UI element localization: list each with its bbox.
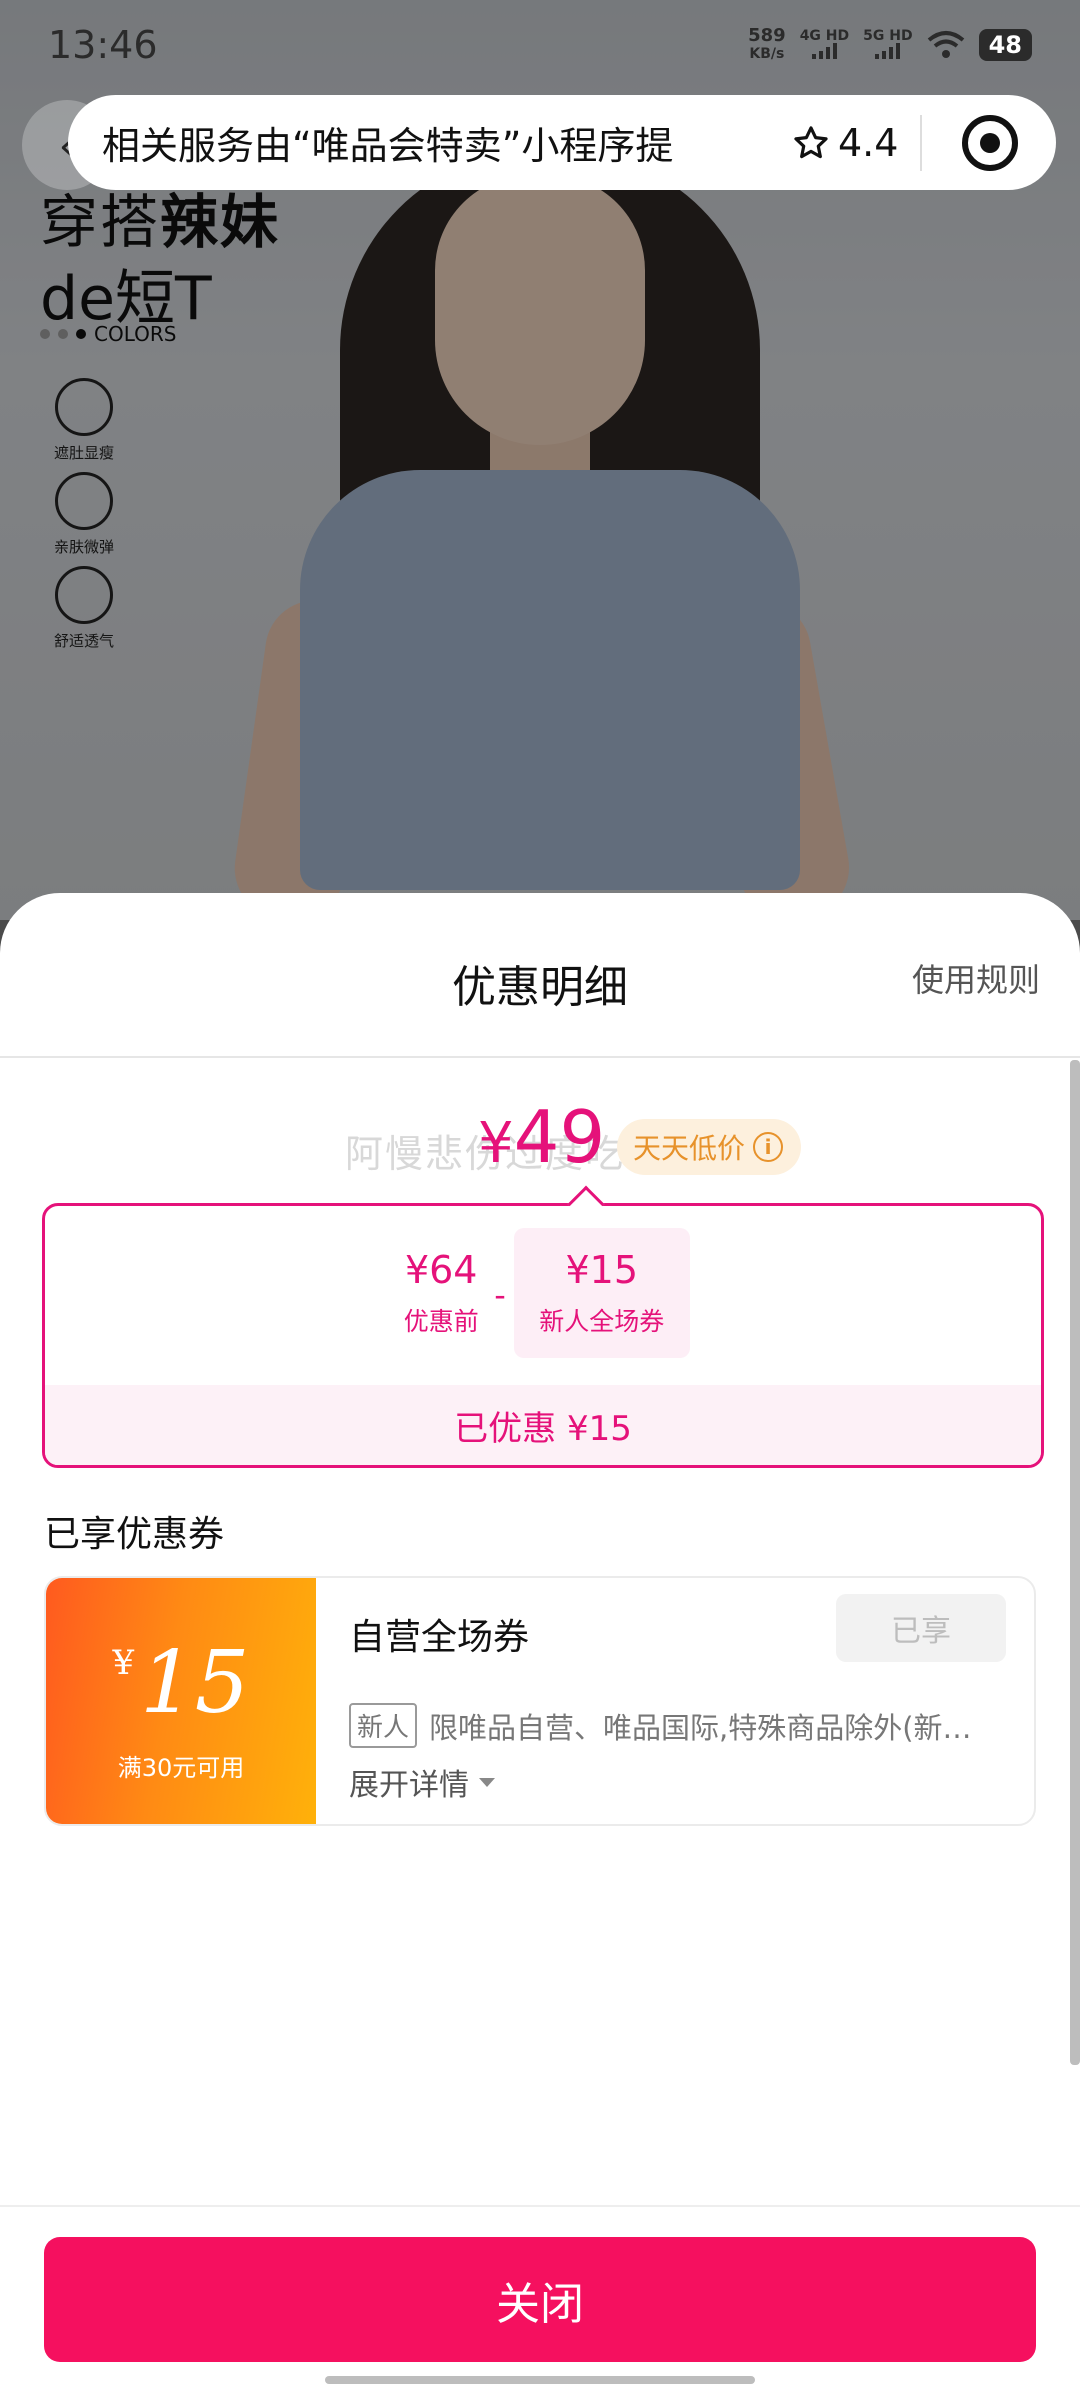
scrollbar[interactable] <box>1070 1060 1080 2065</box>
total-saved: 已优惠 ¥15 <box>45 1385 1041 1465</box>
service-provider-notice: 相关服务由“唯品会特卖”小程序提 <box>102 124 674 168</box>
final-price-row: 阿慢悲伤过度吃嘛 ¥49 天天低价 i <box>0 1095 1080 1193</box>
new-user-tag: 新人 <box>349 1703 418 1748</box>
mini-program-capsule[interactable]: 相关服务由“唯品会特卖”小程序提 4.4 <box>68 95 1056 190</box>
coupon-description: 新人 限唯品自营、唯品国际,特殊商品除外(新… <box>349 1703 989 1748</box>
wifi-icon <box>927 31 964 58</box>
applied-coupons-heading: 已享优惠券 <box>44 1514 225 1555</box>
coupon-condition: 满30元可用 <box>117 1754 245 1782</box>
close-button[interactable]: 关闭 <box>44 2237 1036 2362</box>
coupon-discount: ¥15 新人全场券 <box>513 1228 690 1358</box>
price-calculation-box: ¥64 优惠前 - ¥15 新人全场券 已优惠 ¥15 <box>42 1185 1044 1468</box>
usage-rules-link[interactable]: 使用规则 <box>912 955 1040 1001</box>
clock: 13:46 <box>48 23 158 67</box>
coupon-name: 自营全场券 <box>349 1617 530 1658</box>
minus-sign: - <box>494 1276 506 1314</box>
coupon-perforation <box>308 1578 324 1824</box>
sim1-signal-icon: 4G HD <box>800 29 849 62</box>
coupon-amount: ¥15 <box>112 1633 250 1733</box>
star-icon <box>794 125 828 158</box>
sim2-signal-icon: 5G HD <box>863 29 913 62</box>
close-mini-program-icon[interactable] <box>962 114 1019 171</box>
low-price-badge[interactable]: 天天低价 i <box>617 1119 802 1175</box>
caret-down-icon <box>479 1777 495 1787</box>
home-indicator[interactable] <box>325 2376 755 2384</box>
coupon-value-panel: ¥15 满30元可用 <box>46 1578 316 1824</box>
rating-value: 4.4 <box>838 120 899 165</box>
sheet-header: 优惠明细 使用规则 <box>0 893 1080 1058</box>
expand-details-toggle[interactable]: 展开详情 <box>349 1760 495 1804</box>
coupon-card: ¥15 满30元可用 自营全场券 已享 新人 限唯品自营、唯品国际,特殊商品除外… <box>44 1576 1036 1826</box>
info-icon[interactable]: i <box>753 1132 784 1162</box>
capsule-divider <box>920 114 923 171</box>
price-breakdown: ¥64 优惠前 - ¥15 新人全场券 <box>45 1228 1041 1358</box>
coupon-applied-button[interactable]: 已享 <box>836 1594 1006 1662</box>
battery-icon: 48 <box>978 29 1032 61</box>
original-price: ¥64 优惠前 <box>403 1248 479 1336</box>
final-price: ¥49 <box>478 1095 606 1179</box>
network-speed: 589 KB/s <box>748 25 786 63</box>
sheet-footer: 关闭 <box>0 2205 1080 2400</box>
system-icons: 589 KB/s 4G HD 5G HD 48 <box>748 27 1032 63</box>
discount-detail-sheet: 优惠明细 使用规则 阿慢悲伤过度吃嘛 ¥49 天天低价 i ¥64 优惠前 - … <box>0 893 1080 2400</box>
mini-program-rating[interactable]: 4.4 <box>792 121 898 165</box>
status-bar: 13:46 589 KB/s 4G HD 5G HD 48 <box>0 0 1080 90</box>
